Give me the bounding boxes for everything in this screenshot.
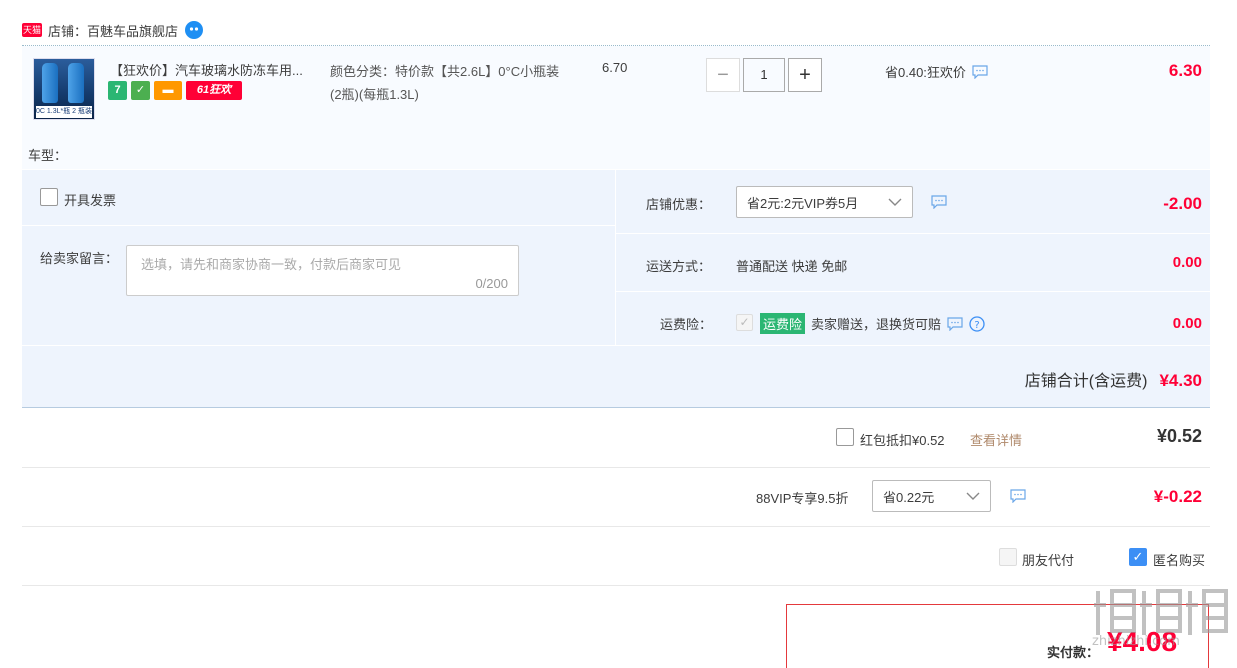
item-discount: 省0.40:狂欢价	[885, 62, 988, 81]
options-divider	[616, 291, 1210, 292]
comment-icon[interactable]	[972, 64, 988, 79]
shop-total-value: ¥4.30	[1159, 371, 1202, 390]
thumbnail-caption: 0C 1.3L*瓶 2 瓶装	[36, 106, 92, 118]
shop-discount-select[interactable]: 省2元:2元VIP券5月	[736, 186, 913, 218]
svg-text:zhizhizhi.com: zhizhizhi.com	[1092, 634, 1180, 647]
sale-badge-icon[interactable]: 61狂欢	[186, 81, 242, 100]
options-divider	[22, 225, 615, 226]
redpacket-checkbox[interactable]	[836, 428, 854, 446]
help-icon[interactable]: ?	[969, 315, 985, 332]
vip-amount: ¥-0.22	[1153, 487, 1202, 506]
sku-info: 颜色分类：特价款【共2.6L】0°C小瓶装(2瓶)(每瓶1.3L)	[330, 64, 560, 102]
promo-icons: 7 ✓ ▬ 61狂欢	[108, 81, 242, 100]
insurance-info: 运费险 卖家赠送，退换货可赔 ?	[760, 313, 985, 334]
quantity-stepper: − 1 +	[706, 58, 822, 92]
tmall-badge: 天猫	[22, 23, 42, 37]
shop-header: 天猫 店铺：百魅车品旗舰店	[22, 18, 204, 42]
credit-card-icon[interactable]: ▬	[154, 81, 182, 100]
product-thumbnail[interactable]: 0C 1.3L*瓶 2 瓶装	[33, 58, 95, 120]
options-divider	[22, 345, 1210, 346]
quantity-plus-button[interactable]: +	[788, 58, 822, 92]
shipping-amount: 0.00	[1172, 254, 1202, 271]
anonymous-label: 匿名购买	[1153, 553, 1206, 568]
quantity-minus-button[interactable]: −	[706, 58, 740, 92]
guarantee-icon[interactable]: ✓	[131, 81, 150, 100]
insurance-label: 运费险：	[660, 317, 713, 332]
comment-icon[interactable]	[947, 316, 963, 331]
memo-textarea[interactable]: 选填，请先和商家协商一致，付款后商家可见 0/200	[126, 245, 519, 296]
comment-icon[interactable]	[1010, 489, 1026, 503]
invoice-checkbox[interactable]	[40, 188, 58, 206]
shipping-method: 普通配送 快递 免邮	[736, 259, 848, 274]
redpacket-detail-link[interactable]: 查看详情	[970, 430, 1022, 449]
friend-pay-label: 朋友代付	[1022, 553, 1075, 568]
shipping-label: 运送方式：	[646, 259, 712, 274]
memo-char-count: 0/200	[475, 276, 508, 291]
options-divider	[616, 233, 1210, 234]
friend-pay-checkbox	[999, 548, 1017, 566]
svg-text:?: ?	[974, 320, 979, 331]
options-divider-vertical	[615, 170, 616, 345]
shop-total: 店铺合计(含运费) ¥4.30	[1025, 367, 1202, 391]
item-subtotal: 6.30	[1168, 61, 1202, 80]
shop-name-link[interactable]: 店铺：百魅车品旗舰店	[48, 21, 178, 40]
row-divider	[22, 585, 1210, 586]
seven-day-return-icon[interactable]: 7	[108, 81, 127, 100]
shop-total-label: 店铺合计(含运费)	[1024, 373, 1148, 390]
memo-placeholder: 选填，请先和商家协商一致，付款后商家可见	[141, 257, 402, 272]
insurance-badge: 运费险	[760, 313, 806, 334]
chevron-down-icon	[966, 492, 980, 500]
site-watermark-logo: zhizhizhi.com	[1092, 589, 1228, 647]
car-type-label: 车型：	[28, 148, 68, 163]
invoice-label: 开具发票	[64, 193, 117, 208]
memo-label: 给卖家留言：	[40, 251, 119, 266]
shop-discount-label: 店铺优惠：	[646, 197, 712, 212]
redpacket-label: 红包抵扣¥0.52	[860, 433, 945, 448]
item-title-link[interactable]: 【狂欢价】汽车玻璃水防冻车用...	[110, 60, 325, 79]
vip-discount-select[interactable]: 省0.22元	[872, 480, 991, 512]
quantity-input[interactable]: 1	[743, 58, 785, 92]
anonymous-checkbox[interactable]: ✓	[1129, 548, 1147, 566]
row-divider	[22, 526, 1210, 527]
item-discount-label: 省0.40:狂欢价	[885, 65, 966, 80]
row-divider	[22, 467, 1210, 468]
shop-discount-selected: 省2元:2元VIP券5月	[747, 195, 859, 211]
redpacket-amount: ¥0.52	[1156, 426, 1202, 446]
comment-icon[interactable]	[931, 195, 947, 209]
bottle-shape	[42, 63, 58, 103]
vip-discount-selected: 省0.22元	[883, 489, 935, 505]
vip-label: 88VIP专享9.5折	[756, 491, 849, 506]
bottle-shape	[68, 63, 84, 103]
insurance-checkbox: ✓	[736, 314, 753, 331]
unit-price: 6.70	[602, 60, 628, 75]
insurance-text: 卖家赠送，退换货可赔	[811, 317, 942, 332]
insurance-amount: 0.00	[1172, 315, 1202, 332]
shop-discount-amount: -2.00	[1163, 194, 1202, 213]
wangwang-chat-icon[interactable]	[184, 20, 204, 40]
chevron-down-icon	[888, 198, 902, 206]
